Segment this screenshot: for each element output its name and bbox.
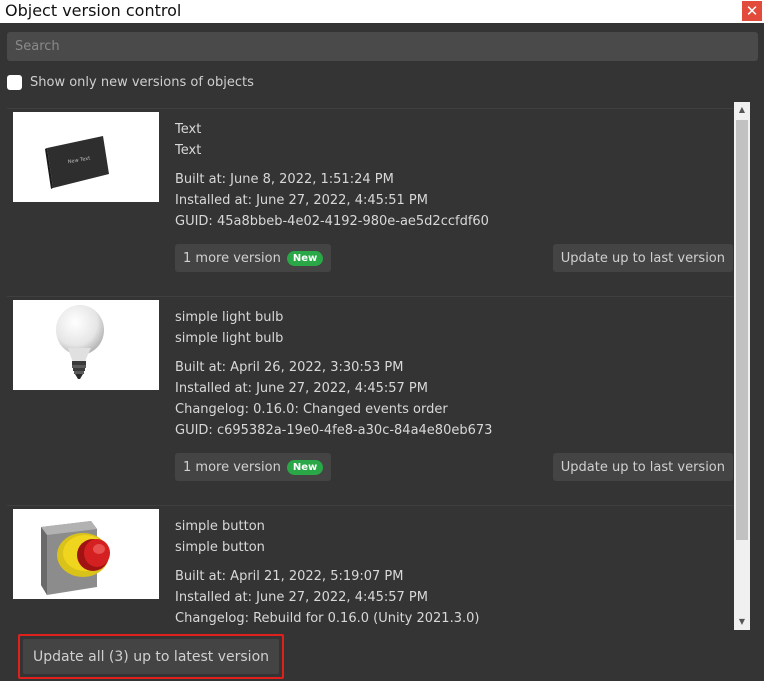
title-bar: Object version control ✕ <box>0 0 764 23</box>
object-subtitle: simple light bulb <box>175 331 284 346</box>
object-item-light-bulb: simple light bulb simple light bulb Buil… <box>7 296 733 502</box>
light-bulb-icon <box>56 305 104 379</box>
object-info: Text Text Built at: June 8, 2022, 1:51:2… <box>175 119 489 232</box>
guid: GUID: c695382a-19e0-4fe8-a30c-84a4e80eb6… <box>175 423 493 438</box>
object-name: simple button <box>175 519 265 534</box>
object-subtitle: simple button <box>175 540 265 555</box>
object-name: Text <box>175 122 202 137</box>
object-list: New Text Text Text Built at: June 8, 202… <box>7 108 733 628</box>
new-versions-filter[interactable]: Show only new versions of objects <box>7 74 254 91</box>
object-thumbnail: New Text <box>13 112 159 202</box>
object-item-text: New Text Text Text Built at: June 8, 202… <box>7 108 733 294</box>
close-icon: ✕ <box>745 2 759 20</box>
guid: GUID: 45a8bbeb-4e02-4192-980e-ae5d2ccfdf… <box>175 214 489 229</box>
close-button[interactable]: ✕ <box>742 1 762 21</box>
built-at: Built at: April 21, 2022, 5:19:07 PM <box>175 569 404 584</box>
update-all-highlight: Update all (3) up to latest version <box>18 634 284 679</box>
scroll-up-arrow-icon[interactable]: ▲ <box>734 102 750 118</box>
new-versions-label: Show only new versions of objects <box>30 75 254 90</box>
update-to-last-version-button[interactable]: Update up to last version <box>552 244 733 272</box>
built-at: Built at: April 26, 2022, 3:30:53 PM <box>175 360 404 375</box>
installed-at: Installed at: June 27, 2022, 4:45:57 PM <box>175 590 428 605</box>
installed-at: Installed at: June 27, 2022, 4:45:51 PM <box>175 193 428 208</box>
text-panel-icon: New Text <box>45 136 109 189</box>
new-badge: New <box>286 459 324 475</box>
more-versions-label: 1 more version <box>183 459 281 475</box>
object-info: simple button simple button Built at: Ap… <box>175 516 479 628</box>
installed-at: Installed at: June 27, 2022, 4:45:57 PM <box>175 381 428 396</box>
new-versions-checkbox[interactable] <box>7 75 22 90</box>
search-input[interactable] <box>7 32 758 61</box>
version-control-window: Show only new versions of objects New Te… <box>0 23 764 681</box>
object-item-button: simple button simple button Built at: Ap… <box>7 505 733 628</box>
object-subtitle: Text <box>175 143 202 158</box>
changelog: Changelog: 0.16.0: Changed events order <box>175 402 448 417</box>
update-to-last-version-button[interactable]: Update up to last version <box>552 453 733 481</box>
object-thumbnail <box>13 300 159 390</box>
changelog: Changelog: Rebuild for 0.16.0 (Unity 202… <box>175 611 480 626</box>
object-thumbnail <box>13 509 159 599</box>
list-scrollbar[interactable]: ▲ ▼ <box>734 102 750 630</box>
push-button-icon <box>41 521 110 595</box>
more-versions-button[interactable]: 1 more version New <box>175 244 332 272</box>
new-badge: New <box>286 250 324 266</box>
more-versions-button[interactable]: 1 more version New <box>175 453 332 481</box>
update-all-button[interactable]: Update all (3) up to latest version <box>23 639 279 674</box>
more-versions-label: 1 more version <box>183 250 281 266</box>
object-info: simple light bulb simple light bulb Buil… <box>175 307 492 441</box>
window-title: Object version control <box>5 1 182 20</box>
scroll-down-arrow-icon[interactable]: ▼ <box>734 614 750 630</box>
scrollbar-thumb[interactable] <box>736 120 748 540</box>
object-name: simple light bulb <box>175 310 284 325</box>
built-at: Built at: June 8, 2022, 1:51:24 PM <box>175 172 394 187</box>
